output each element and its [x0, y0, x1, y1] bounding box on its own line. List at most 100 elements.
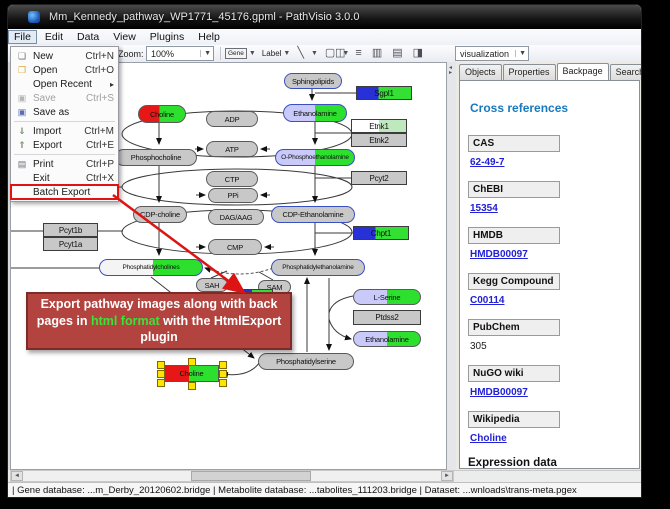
- gene-pcyt1b[interactable]: Pcyt1b: [43, 223, 98, 237]
- xref-link[interactable]: C00114: [470, 295, 631, 306]
- zoom-dropdown-arrow[interactable]: ▼: [200, 50, 211, 57]
- menu-file[interactable]: File: [8, 30, 37, 44]
- zoom-value: 100%: [151, 49, 174, 59]
- visualization-dropdown-arrow[interactable]: ▼: [515, 50, 526, 57]
- menu-item-batch-export[interactable]: Batch Export: [11, 185, 118, 199]
- gene-pcyt1a[interactable]: Pcyt1a: [43, 237, 98, 251]
- gene-ptdss2[interactable]: Ptdss2: [353, 310, 421, 325]
- xref-name: PubChem: [468, 319, 560, 336]
- label-tool-arrow[interactable]: ▼: [283, 45, 290, 62]
- menu-item-open[interactable]: ❐ Open Ctrl+O: [11, 63, 118, 77]
- stack-horizontal-icon[interactable]: ▥: [372, 45, 382, 62]
- splitter-grip-icon[interactable]: ◂▸: [449, 66, 452, 76]
- selection-handle[interactable]: [219, 379, 227, 387]
- selection-handle[interactable]: [188, 382, 196, 390]
- tab-objects[interactable]: Objects: [459, 64, 502, 80]
- node-phosphocholine[interactable]: Phosphocholine: [115, 149, 197, 166]
- node-sah[interactable]: SAH: [196, 278, 228, 292]
- selection-handle[interactable]: [219, 361, 227, 369]
- xref-section-wikipedia: Wikipedia Choline: [468, 411, 631, 444]
- node-o-phosphoethanolamine[interactable]: O-Phosphoethanolamine: [275, 149, 355, 166]
- cross-references-heading: Cross references: [470, 101, 631, 115]
- menu-data[interactable]: Data: [71, 30, 105, 44]
- xref-link[interactable]: Choline: [470, 433, 631, 444]
- menu-item-save-as[interactable]: ▣ Save as: [11, 105, 118, 119]
- align-left-icon[interactable]: ◨: [413, 45, 423, 62]
- menu-help[interactable]: Help: [192, 30, 226, 44]
- scroll-right-icon[interactable]: ►: [441, 471, 453, 481]
- export-icon: ⇑: [15, 140, 29, 151]
- xref-link[interactable]: HMDB00097: [470, 387, 631, 398]
- line-tool-arrow[interactable]: ▼: [311, 45, 318, 62]
- node-phosphatidylserine[interactable]: Phosphatidylserine: [258, 353, 354, 370]
- selection-handle[interactable]: [157, 361, 165, 369]
- line-tool-icon[interactable]: ╲: [297, 45, 304, 62]
- gene-etnk2[interactable]: Etnk2: [351, 133, 407, 147]
- gene-tool-icon[interactable]: Gene: [225, 48, 247, 59]
- menu-item-new[interactable]: ❏ New Ctrl+N: [11, 49, 118, 63]
- xref-value: 305: [470, 341, 631, 352]
- panel-splitter[interactable]: ◂▸: [447, 62, 456, 470]
- align-center-icon[interactable]: ◫: [335, 45, 345, 62]
- node-ctp[interactable]: CTP: [206, 171, 258, 187]
- xref-section-hmdb: HMDB HMDB00097: [468, 227, 631, 260]
- menu-plugins[interactable]: Plugins: [144, 30, 190, 44]
- gene-tool-arrow[interactable]: ▼: [249, 45, 256, 62]
- menu-view[interactable]: View: [107, 30, 142, 44]
- node-dag-aag[interactable]: DAG/AAG: [208, 209, 264, 225]
- node-adp[interactable]: ADP: [206, 111, 258, 127]
- gene-etnk1[interactable]: Etnk1: [351, 119, 407, 133]
- xref-link[interactable]: 15354: [470, 203, 631, 214]
- menu-item-import[interactable]: ⇓ Import Ctrl+M: [11, 124, 118, 138]
- node-ppi[interactable]: PPi: [208, 188, 258, 203]
- menu-item-exit[interactable]: Exit Ctrl+X: [11, 171, 118, 185]
- tab-properties[interactable]: Properties: [503, 64, 556, 80]
- selection-handle[interactable]: [157, 370, 165, 378]
- node-l-serine[interactable]: L-Serine: [353, 289, 421, 305]
- printer-icon: ▤: [15, 159, 29, 170]
- menu-item-export[interactable]: ⇑ Export Ctrl+E: [11, 138, 118, 152]
- selection-handle[interactable]: [219, 370, 227, 378]
- menu-item-open-recent[interactable]: Open Recent ▸: [11, 77, 118, 91]
- selection-handle[interactable]: [157, 379, 165, 387]
- title-bar: Mm_Kennedy_pathway_WP1771_45176.gpml - P…: [8, 5, 641, 29]
- scroll-left-icon[interactable]: ◄: [11, 471, 23, 481]
- stack-vertical-icon[interactable]: ▤: [392, 45, 402, 62]
- tab-backpage[interactable]: Backpage: [557, 63, 609, 81]
- zoom-label: Zoom:: [118, 45, 144, 62]
- gene-sgpl1[interactable]: Sgpl1: [356, 86, 412, 100]
- node-phosphatidylcholines[interactable]: Phosphatidylcholines: [99, 259, 203, 276]
- visualization-combobox[interactable]: visualization ▼: [455, 46, 529, 61]
- scrollbar-thumb[interactable]: [191, 471, 311, 481]
- xref-name: Wikipedia: [468, 411, 560, 428]
- node-phosphatidylethanolamine[interactable]: Phosphatidylethanolamine: [271, 259, 365, 276]
- align-vertical-icon[interactable]: ≡: [355, 45, 361, 62]
- import-icon: ⇓: [15, 126, 29, 137]
- label-tool[interactable]: Label: [262, 49, 282, 58]
- open-folder-icon: ❐: [15, 65, 29, 76]
- node-choline-selected[interactable]: Choline: [164, 365, 219, 382]
- annotation-callout: Export pathway images along with back pa…: [26, 292, 292, 350]
- menu-item-print[interactable]: ▤ Print Ctrl+P: [11, 157, 118, 171]
- selection-handle[interactable]: [188, 358, 196, 366]
- xref-link[interactable]: HMDB00097: [470, 249, 631, 260]
- xref-section-cas: CAS 62-49-7: [468, 135, 631, 168]
- xref-name: NuGO wiki: [468, 365, 560, 382]
- node-choline[interactable]: Choline: [138, 105, 186, 123]
- node-cdp-ethanolamine[interactable]: CDP-Ethanolamine: [271, 206, 355, 223]
- node-ethanolamine-2[interactable]: Ethanolamine: [353, 331, 421, 347]
- node-ethanolamine[interactable]: Ethanolamine: [283, 104, 347, 122]
- node-cmp[interactable]: CMP: [208, 239, 262, 255]
- node-cdp-choline[interactable]: CDP-choline: [133, 206, 187, 223]
- gene-pcyt2[interactable]: Pcyt2: [351, 171, 407, 185]
- zoom-combobox[interactable]: 100% ▼: [146, 46, 214, 61]
- menu-item-save[interactable]: ▣ Save Ctrl+S: [11, 91, 118, 105]
- xref-link[interactable]: 62-49-7: [470, 157, 631, 168]
- gene-chpt1[interactable]: Chpt1: [353, 226, 409, 240]
- horizontal-scrollbar[interactable]: ◄ ►: [10, 470, 454, 482]
- menu-edit[interactable]: Edit: [39, 30, 69, 44]
- menu-bar: File Edit Data View Plugins Help: [8, 29, 641, 46]
- node-sphingolipids[interactable]: Sphingolipids: [284, 73, 342, 89]
- node-atp[interactable]: ATP: [206, 141, 258, 157]
- tab-search[interactable]: Search: [610, 64, 641, 80]
